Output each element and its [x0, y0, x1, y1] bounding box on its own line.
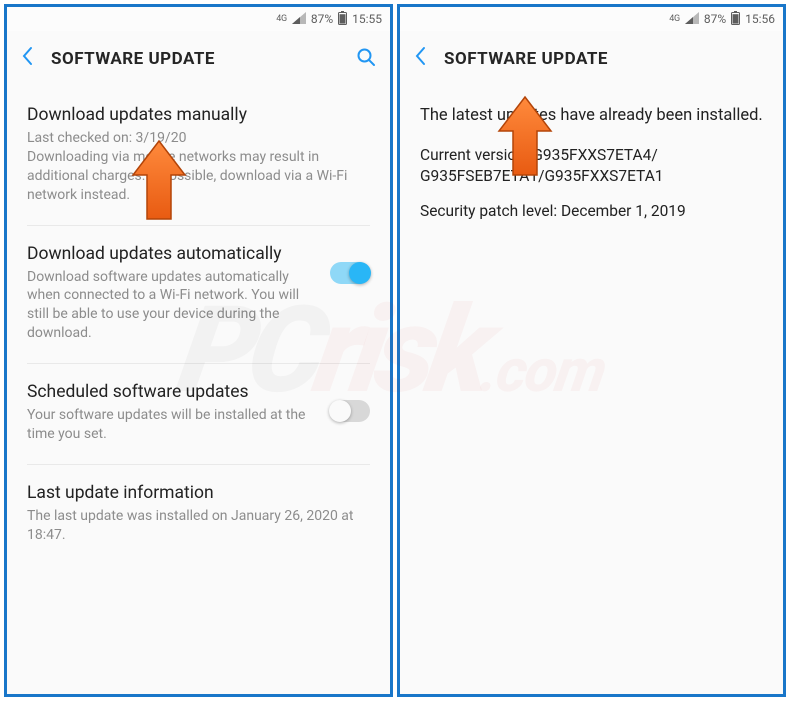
scheduled-row[interactable]: Scheduled software updates Your software… — [27, 364, 370, 465]
status-bar: 4G 87% 15:55 — [7, 7, 390, 31]
download-manually-desc: Downloading via mobile networks may resu… — [27, 148, 370, 205]
latest-updates-msg: The latest updates have already been ins… — [420, 105, 763, 127]
battery-pct: 87% — [311, 12, 333, 26]
settings-list: Download updates manually Last checked o… — [7, 87, 390, 565]
clock: 15:56 — [745, 12, 775, 26]
last-update-row[interactable]: Last update information The last update … — [27, 465, 370, 565]
back-icon[interactable] — [414, 46, 426, 72]
page-title: SOFTWARE UPDATE — [444, 49, 769, 69]
battery-icon — [731, 11, 740, 28]
download-manually-title: Download updates manually — [27, 105, 370, 125]
clock: 15:55 — [352, 12, 382, 26]
download-manually-last-checked: Last checked on: 3/19/20 — [27, 129, 370, 148]
download-auto-title: Download updates automatically — [27, 244, 316, 264]
signal-icon — [685, 12, 699, 27]
last-update-desc: The last update was installed on January… — [27, 507, 370, 545]
download-auto-row[interactable]: Download updates automatically Download … — [27, 226, 370, 365]
screenshot-left: 4G 87% 15:55 SOFTWARE UPDATE Download up… — [4, 4, 393, 697]
download-manually-row[interactable]: Download updates manually Last checked o… — [27, 87, 370, 226]
network-indicator: 4G — [669, 15, 680, 24]
scheduled-title: Scheduled software updates — [27, 382, 316, 402]
battery-icon — [338, 11, 347, 28]
network-indicator: 4G — [276, 15, 287, 24]
security-patch: Security patch level: December 1, 2019 — [420, 201, 763, 222]
scheduled-desc: Your software updates will be installed … — [27, 406, 316, 444]
battery-pct: 87% — [704, 12, 726, 26]
download-auto-desc: Download software updates automatically … — [27, 268, 316, 344]
back-icon[interactable] — [21, 46, 33, 72]
status-bar: 4G 87% 15:56 — [400, 7, 783, 31]
last-update-title: Last update information — [27, 483, 370, 503]
current-version: Current version: G935FXXS7ETA4/ G935FSEB… — [420, 145, 763, 187]
title-bar: SOFTWARE UPDATE — [7, 31, 390, 87]
update-info: The latest updates have already been ins… — [400, 87, 783, 222]
search-icon[interactable] — [356, 47, 376, 71]
title-bar: SOFTWARE UPDATE — [400, 31, 783, 87]
page-title: SOFTWARE UPDATE — [51, 49, 338, 69]
scheduled-toggle[interactable] — [330, 400, 370, 422]
signal-icon — [292, 12, 306, 27]
screenshot-right: 4G 87% 15:56 SOFTWARE UPDATE The latest … — [397, 4, 786, 697]
download-auto-toggle[interactable] — [330, 262, 370, 284]
